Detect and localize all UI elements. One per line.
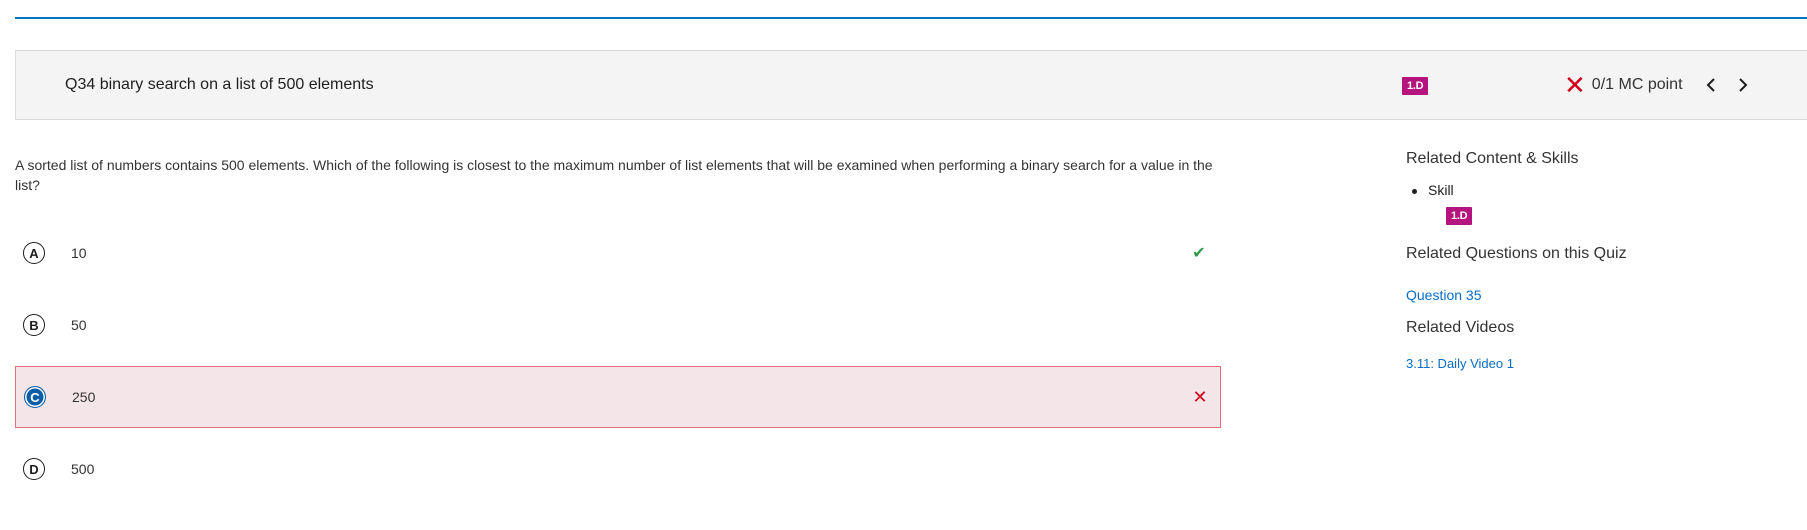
related-questions-heading: Related Questions on this Quiz (1406, 245, 1627, 262)
previous-question-button[interactable] (1699, 71, 1723, 99)
score-display: ✕ 0/1 MC point (1564, 70, 1683, 100)
question-title: Q34 binary search on a list of 500 eleme… (65, 76, 374, 93)
next-question-button[interactable] (1731, 71, 1755, 99)
choice-letter: B (23, 314, 45, 336)
related-videos-heading: Related Videos (1406, 319, 1515, 336)
related-content-heading: Related Content & Skills (1406, 150, 1579, 167)
choice-text: 250 (72, 389, 96, 405)
choice-letter: D (23, 458, 45, 480)
checkmark-icon: ✔ (1192, 245, 1206, 262)
x-mark-icon: ✕ (1192, 386, 1208, 407)
choice-letter: A (23, 242, 45, 264)
top-accent-line (15, 17, 1807, 19)
choice-text: 10 (71, 245, 87, 261)
answer-choice-b[interactable]: B 50 (15, 294, 1221, 356)
related-video-link[interactable]: 3.11: Daily Video 1 (1406, 356, 1514, 371)
answer-choice-d[interactable]: D 500 (15, 438, 1221, 500)
question-stem: A sorted list of numbers contains 500 el… (15, 157, 1213, 193)
score-text: 0/1 MC point (1591, 76, 1683, 93)
skill-label: Skill (1412, 182, 1454, 198)
chevron-left-icon (1706, 78, 1715, 92)
question-header: Q34 binary search on a list of 500 eleme… (15, 50, 1807, 120)
answer-choice-a[interactable]: A 10 ✔ (15, 222, 1221, 284)
skill-badge: 1.D (1446, 207, 1473, 225)
chevron-right-icon (1739, 78, 1748, 92)
skill-badge: 1.D (1402, 77, 1429, 95)
choice-text: 500 (71, 461, 95, 477)
related-question-link[interactable]: Question 35 (1406, 287, 1482, 303)
answer-choice-c[interactable]: C 250 ✕ (15, 366, 1221, 428)
choice-text: 50 (71, 317, 87, 333)
x-mark-icon: ✕ (1564, 70, 1586, 100)
choice-letter: C (24, 386, 46, 408)
